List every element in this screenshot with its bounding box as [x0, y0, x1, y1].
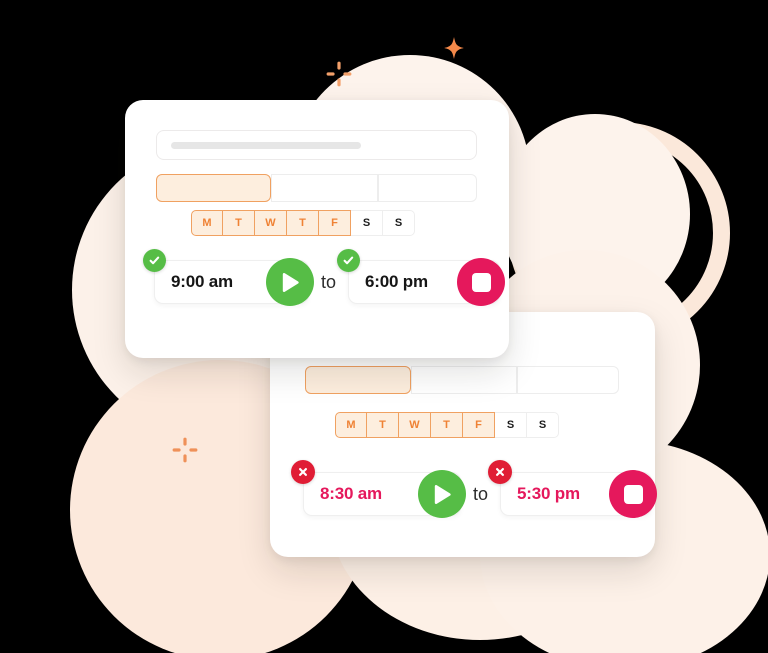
day-toggle-fri[interactable]: F: [463, 412, 495, 438]
stop-square-glyph: [471, 272, 491, 292]
end-time-value: 6:00 pm: [365, 272, 428, 291]
play-icon[interactable]: [266, 258, 314, 306]
end-time-value: 5:30 pm: [517, 484, 580, 503]
end-time-input[interactable]: 6:00 pm: [348, 258, 506, 306]
end-time-input[interactable]: 5:30 pm: [500, 470, 658, 518]
segment-tab-1[interactable]: [305, 366, 411, 394]
start-time-group: 8:30 am: [291, 460, 466, 518]
end-time-group: 6:00 pm: [337, 249, 506, 306]
segment-tab-2[interactable]: [411, 366, 517, 394]
end-time-close-icon: [488, 460, 513, 484]
day-picker-secondary: M T W T F S S: [335, 412, 559, 438]
day-toggle-sat[interactable]: S: [495, 412, 527, 438]
sparkle-icon-large: [437, 33, 471, 72]
start-time-input[interactable]: 9:00 am: [154, 258, 314, 306]
schedule-card-valid: M T W T F S S 9:00 am to 6:00 pm: [125, 100, 509, 358]
start-time-value: 9:00 am: [171, 272, 233, 291]
day-toggle-sun[interactable]: S: [527, 412, 559, 438]
day-toggle-fri[interactable]: F: [319, 210, 351, 236]
start-time-check-icon: [143, 249, 166, 272]
search-placeholder-line: [171, 141, 361, 149]
stop-square-glyph: [623, 484, 643, 504]
segment-tab-2[interactable]: [271, 174, 378, 202]
stop-icon[interactable]: [457, 258, 506, 306]
illustration-stage: M T W T F S S 9:00 am to 6:00 pm M T W T…: [0, 0, 768, 653]
segmented-tab-bar-secondary: [305, 366, 619, 394]
end-time-check-icon: [337, 249, 361, 272]
time-range-row: 9:00 am to 6:00 pm: [143, 249, 506, 306]
search-input[interactable]: [156, 130, 477, 160]
time-range-separator: to: [321, 271, 337, 292]
day-toggle-sat[interactable]: S: [351, 210, 383, 236]
sparkle-icon-small: [172, 437, 198, 468]
day-picker: M T W T F S S: [191, 210, 415, 236]
day-toggle-thu[interactable]: T: [431, 412, 463, 438]
start-time-input[interactable]: 8:30 am: [303, 470, 466, 518]
end-time-group: 5:30 pm: [488, 460, 658, 518]
day-toggle-mon[interactable]: M: [335, 412, 367, 438]
sparkle-icon-medium: [326, 61, 352, 92]
stop-icon[interactable]: [609, 470, 658, 518]
time-range-separator: to: [473, 483, 489, 504]
segment-tab-3[interactable]: [378, 174, 477, 202]
play-icon[interactable]: [418, 470, 466, 518]
segment-tab-3[interactable]: [517, 366, 619, 394]
start-time-value: 8:30 am: [320, 484, 382, 503]
day-toggle-sun[interactable]: S: [383, 210, 415, 236]
day-toggle-tue[interactable]: T: [223, 210, 255, 236]
segment-tab-1[interactable]: [156, 174, 271, 202]
background-ring: [508, 122, 730, 344]
day-toggle-tue[interactable]: T: [367, 412, 399, 438]
time-range-row-secondary: 8:30 am to 5:30 pm: [291, 460, 658, 518]
background-ring-fill: [500, 114, 690, 314]
day-toggle-thu[interactable]: T: [287, 210, 319, 236]
segmented-tab-bar: [156, 174, 477, 202]
day-toggle-wed[interactable]: W: [399, 412, 431, 438]
day-toggle-mon[interactable]: M: [191, 210, 223, 236]
start-time-close-icon: [291, 460, 315, 484]
start-time-group: 9:00 am: [143, 249, 314, 306]
day-toggle-wed[interactable]: W: [255, 210, 287, 236]
